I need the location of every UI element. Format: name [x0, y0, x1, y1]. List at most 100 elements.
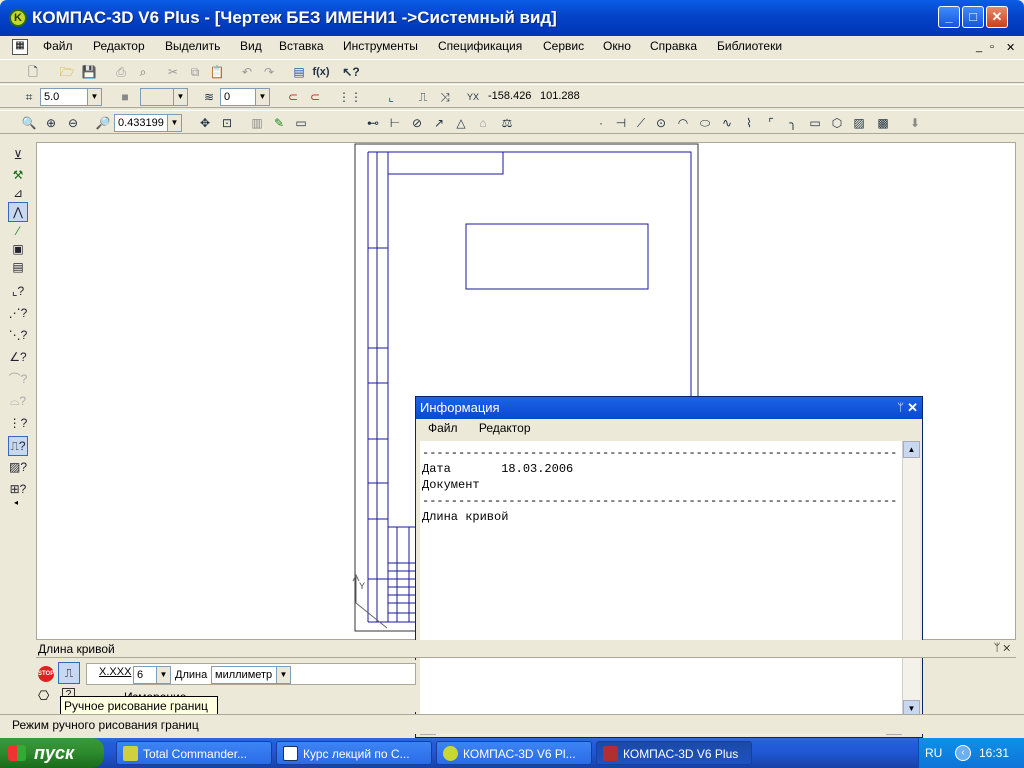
parametrize-panel-icon[interactable]: ▣	[8, 240, 28, 260]
zoom-out-icon[interactable]: ⊖	[64, 114, 82, 132]
menu-window[interactable]: Окно	[603, 39, 631, 53]
chamfer-icon[interactable]: ⌜	[762, 114, 780, 132]
measure-distance-icon[interactable]: ⊷	[364, 114, 382, 132]
spec-panel-icon[interactable]: ▤	[8, 258, 28, 278]
mass-icon[interactable]: ⊞?	[8, 480, 28, 500]
mdi-close-icon[interactable]: ✕	[1006, 41, 1015, 54]
manager-icon[interactable]: ▤	[290, 63, 308, 81]
object-icon[interactable]: ⎔	[38, 688, 49, 704]
local-cs-icon[interactable]: ⌞	[382, 88, 400, 106]
curve-length-icon[interactable]: ⎍?	[8, 436, 28, 456]
task-lecture-course[interactable]: Курс лекций по С...	[276, 741, 432, 765]
info-text-area[interactable]: ----------------------------------------…	[420, 441, 902, 717]
task-kompas-2[interactable]: КОМПАС-3D V6 Plus	[596, 741, 752, 765]
measure-dim-icon[interactable]: ⊢	[386, 114, 404, 132]
view-settings-icon[interactable]: ▭	[292, 114, 310, 132]
point-icon[interactable]: ·	[592, 114, 610, 132]
ortho-icon[interactable]: ⎍	[414, 88, 432, 106]
measure-length-icon[interactable]: ⌓?	[8, 392, 28, 412]
show-all-icon[interactable]: ⊡	[218, 114, 236, 132]
start-button[interactable]: пуск	[0, 738, 104, 768]
polyline-icon[interactable]: ⌇	[740, 114, 758, 132]
redo-icon[interactable]: ↷	[260, 63, 278, 81]
area-icon[interactable]: ▨?	[8, 458, 28, 478]
tray-arrow-icon[interactable]: ‹	[955, 745, 971, 761]
manual-bounds-icon[interactable]: ⎍	[58, 662, 80, 684]
task-total-commander[interactable]: Total Commander...	[116, 741, 272, 765]
hatch-icon[interactable]: ▨	[850, 114, 868, 132]
fillet-icon[interactable]: ╮	[784, 114, 802, 132]
menu-service[interactable]: Сервис	[543, 39, 584, 53]
layer-combo[interactable]: 0 ▼	[220, 88, 270, 106]
measure-arc-left-icon[interactable]: ⌒?	[8, 370, 28, 390]
zoom-combo[interactable]: 0.433199 ▼	[114, 114, 182, 132]
precision-combo[interactable]: 6 ▼	[133, 666, 171, 684]
grid-icon[interactable]: ⋮⋮	[338, 88, 362, 106]
paste-icon[interactable]: 📋	[208, 63, 226, 81]
style-icon[interactable]: ■	[116, 88, 134, 106]
units-combo[interactable]: миллиметр ▼	[211, 666, 291, 684]
brush-icon[interactable]: ✎	[270, 114, 288, 132]
measure-arc-icon[interactable]: ↗	[430, 114, 448, 132]
maximize-button[interactable]: □	[962, 6, 984, 28]
vertical-scrollbar[interactable]: ▲ ▼	[902, 441, 920, 717]
pin-icon[interactable]: ᛘ	[897, 397, 904, 419]
print-preview-icon[interactable]: ⌕	[134, 63, 152, 81]
cut-icon[interactable]: ✂	[164, 63, 182, 81]
measure-coords-icon[interactable]: ⌞?	[8, 282, 28, 302]
menu-insert[interactable]: Вставка	[279, 39, 324, 53]
snap-magnet-icon[interactable]: ⊂	[284, 88, 302, 106]
info-close-icon[interactable]: ✕	[907, 397, 918, 419]
open-folder-icon[interactable]: 🗁	[58, 63, 76, 81]
menu-tools[interactable]: Инструменты	[343, 39, 418, 53]
language-indicator[interactable]: RU	[925, 738, 942, 768]
line-icon[interactable]: ⊣	[612, 114, 630, 132]
dimensions-panel-icon[interactable]: ⚒	[8, 166, 28, 186]
edit-panel-icon[interactable]: ⁄	[8, 222, 28, 242]
snap-settings-icon[interactable]: ⊂	[306, 88, 324, 106]
symbols-panel-icon[interactable]: ⊿	[8, 184, 28, 204]
menu-view[interactable]: Вид	[240, 39, 262, 53]
measure-between-icon[interactable]: ⋱?	[8, 326, 28, 346]
step-combo[interactable]: 5.0 ▼	[40, 88, 102, 106]
menu-edit[interactable]: Редактор	[93, 39, 145, 53]
info-menu-file[interactable]: Файл	[428, 421, 458, 435]
property-pin-icon[interactable]: ᛘ ✕	[994, 642, 1010, 654]
measure-distance-left-icon[interactable]: ⋰?	[8, 304, 28, 324]
fill-icon[interactable]: ▩	[874, 114, 892, 132]
copy-icon[interactable]: ⧉	[186, 63, 204, 81]
measure-area-icon[interactable]: ⌂	[474, 114, 492, 132]
circle-icon[interactable]: ⊙	[652, 114, 670, 132]
variables-fx-icon[interactable]: f(x)	[312, 63, 330, 81]
polygon-icon[interactable]: ⬡	[828, 114, 846, 132]
style-combo[interactable]: ▼	[140, 88, 188, 106]
insert-fragment-icon[interactable]: ⬇	[906, 114, 924, 132]
layer-icon[interactable]: ≋	[200, 88, 218, 106]
save-icon[interactable]: 💾	[80, 63, 98, 81]
task-kompas-1[interactable]: КОМПАС-3D V6 Pl...	[436, 741, 592, 765]
stop-icon[interactable]: STOP	[38, 666, 54, 682]
measure-angle-left-icon[interactable]: ∠?	[8, 348, 28, 368]
document-icon[interactable]: ▦	[12, 39, 28, 55]
zoom-in-icon[interactable]: ⊕	[42, 114, 60, 132]
minimize-button[interactable]: _	[938, 6, 960, 28]
expand-arrow-icon[interactable]: ◂	[14, 498, 18, 507]
mdi-minimize-icon[interactable]: _	[976, 41, 982, 53]
geometry-panel-icon[interactable]: ⊻	[8, 146, 28, 166]
menu-specification[interactable]: Спецификация	[438, 39, 522, 53]
zoom-window-icon[interactable]: 🔍	[20, 114, 38, 132]
measure-angle-icon[interactable]: ⊘	[408, 114, 426, 132]
help-pointer-icon[interactable]: ↖?	[342, 63, 360, 81]
undo-icon[interactable]: ↶	[238, 63, 256, 81]
menu-file[interactable]: Файл	[43, 39, 73, 53]
print-icon[interactable]: ⎙	[112, 63, 130, 81]
scroll-up-icon[interactable]: ▲	[903, 441, 920, 458]
spline-icon[interactable]: ∿	[718, 114, 736, 132]
segment-icon[interactable]: ⟋	[632, 114, 650, 132]
rectangle-icon[interactable]: ▭	[806, 114, 824, 132]
measure-panel-icon[interactable]: ⋀	[8, 202, 28, 222]
measure-triangle-icon[interactable]: △	[452, 114, 470, 132]
pan-icon[interactable]: ✥	[196, 114, 214, 132]
round-icon[interactable]: ⤨	[436, 88, 454, 106]
arc-icon[interactable]: ◠	[674, 114, 692, 132]
